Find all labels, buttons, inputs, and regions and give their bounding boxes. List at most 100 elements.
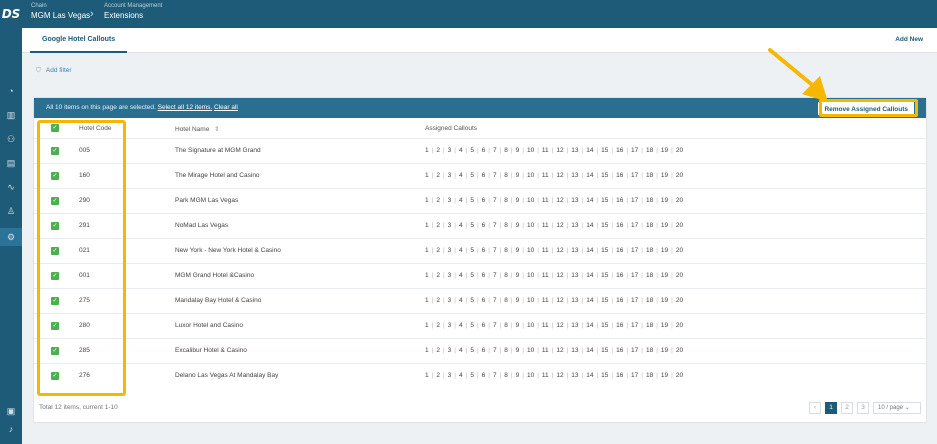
- callout-number[interactable]: 11: [542, 372, 549, 379]
- callout-number[interactable]: 15: [601, 347, 608, 354]
- callout-number[interactable]: 4: [459, 222, 463, 229]
- callout-number[interactable]: 16: [616, 372, 623, 379]
- callout-number[interactable]: 11: [542, 322, 549, 329]
- callout-number[interactable]: 2: [436, 297, 440, 304]
- callout-number[interactable]: 5: [470, 222, 474, 229]
- callout-number[interactable]: 2: [436, 172, 440, 179]
- callout-number[interactable]: 9: [516, 322, 520, 329]
- callout-number[interactable]: 1: [425, 197, 429, 204]
- callout-number[interactable]: 6: [482, 322, 486, 329]
- callout-number[interactable]: 10: [527, 222, 534, 229]
- callout-number[interactable]: 4: [459, 197, 463, 204]
- callout-number[interactable]: 4: [459, 297, 463, 304]
- callout-number[interactable]: 2: [436, 347, 440, 354]
- callout-number[interactable]: 19: [661, 322, 668, 329]
- callout-number[interactable]: 11: [542, 272, 549, 279]
- callout-number[interactable]: 12: [556, 347, 563, 354]
- callout-number[interactable]: 10: [527, 322, 534, 329]
- callout-number[interactable]: 13: [571, 272, 578, 279]
- callout-number[interactable]: 16: [616, 247, 623, 254]
- callout-number[interactable]: 5: [470, 347, 474, 354]
- page-2-button[interactable]: 2: [841, 402, 853, 414]
- callout-number[interactable]: 8: [504, 322, 508, 329]
- callout-number[interactable]: 12: [556, 272, 563, 279]
- callout-number[interactable]: 19: [661, 197, 668, 204]
- callout-number[interactable]: 14: [586, 247, 593, 254]
- sort-icon[interactable]: ⇕: [214, 126, 219, 133]
- callout-number[interactable]: 16: [616, 222, 623, 229]
- callout-number[interactable]: 10: [527, 272, 534, 279]
- callout-number[interactable]: 9: [516, 372, 520, 379]
- callout-number[interactable]: 6: [482, 247, 486, 254]
- callout-number[interactable]: 18: [646, 147, 653, 154]
- callout-number[interactable]: 18: [646, 322, 653, 329]
- callout-number[interactable]: 16: [616, 297, 623, 304]
- page-1-button[interactable]: 1: [825, 402, 837, 414]
- callout-number[interactable]: 11: [542, 147, 549, 154]
- callout-number[interactable]: 6: [482, 222, 486, 229]
- callout-number[interactable]: 16: [616, 197, 623, 204]
- callout-number[interactable]: 3: [448, 322, 452, 329]
- callout-number[interactable]: 8: [504, 272, 508, 279]
- callout-number[interactable]: 15: [601, 297, 608, 304]
- callout-number[interactable]: 17: [631, 147, 638, 154]
- callout-number[interactable]: 1: [425, 297, 429, 304]
- callout-number[interactable]: 9: [516, 297, 520, 304]
- callout-number[interactable]: 20: [676, 147, 683, 154]
- callout-number[interactable]: 10: [527, 297, 534, 304]
- callout-number[interactable]: 12: [556, 372, 563, 379]
- callout-number[interactable]: 5: [470, 247, 474, 254]
- callout-number[interactable]: 18: [646, 372, 653, 379]
- callout-number[interactable]: 15: [601, 147, 608, 154]
- table-row[interactable]: ✓ 290 Park MGM Las Vegas 1 | 2 | 3 | 4 | 5 | 6 | 7 | 8 | 9 |…: [34, 188, 926, 213]
- callout-number[interactable]: 18: [646, 297, 653, 304]
- callout-number[interactable]: 6: [482, 347, 486, 354]
- callout-number[interactable]: 13: [571, 247, 578, 254]
- table-row[interactable]: ✓ 285 Excalibur Hotel & Casino 1 | 2 | 3 | 4 | 5 | 6 |…: [34, 338, 926, 363]
- table-row[interactable]: ✓ 275 Mandalay Bay Hotel & Casino 1 | 2 | 3 | 4 | 5…: [34, 288, 926, 313]
- callout-number[interactable]: 20: [676, 247, 683, 254]
- table-row[interactable]: ✓ 005 The Signature at MGM Grand 1 | 2 | 3 | 4 | 5 |…: [34, 138, 926, 163]
- callout-number[interactable]: 10: [527, 147, 534, 154]
- callout-number[interactable]: 1: [425, 172, 429, 179]
- callout-number[interactable]: 7: [493, 347, 497, 354]
- settings-icon[interactable]: ⚙: [0, 228, 22, 246]
- callout-number[interactable]: 3: [448, 247, 452, 254]
- callout-number[interactable]: 1: [425, 147, 429, 154]
- callout-number[interactable]: 5: [470, 372, 474, 379]
- callout-number[interactable]: 12: [556, 172, 563, 179]
- callout-number[interactable]: 8: [504, 247, 508, 254]
- callout-number[interactable]: 20: [676, 197, 683, 204]
- callout-number[interactable]: 7: [493, 272, 497, 279]
- callout-number[interactable]: 16: [616, 147, 623, 154]
- callout-number[interactable]: 12: [556, 322, 563, 329]
- callout-number[interactable]: 3: [448, 222, 452, 229]
- callout-number[interactable]: 17: [631, 347, 638, 354]
- tab-google-hotel-callouts[interactable]: Google Hotel Callouts: [30, 28, 128, 53]
- callout-number[interactable]: 15: [601, 372, 608, 379]
- callout-number[interactable]: 8: [504, 222, 508, 229]
- callout-number[interactable]: 3: [448, 197, 452, 204]
- callout-number[interactable]: 5: [470, 197, 474, 204]
- callout-number[interactable]: 17: [631, 247, 638, 254]
- dashboard-icon[interactable]: ◔: [4, 84, 18, 98]
- callout-number[interactable]: 12: [556, 297, 563, 304]
- callout-number[interactable]: 5: [470, 297, 474, 304]
- callout-number[interactable]: 1: [425, 372, 429, 379]
- callout-number[interactable]: 11: [542, 347, 549, 354]
- callout-number[interactable]: 2: [436, 372, 440, 379]
- callout-number[interactable]: 14: [586, 172, 593, 179]
- callout-number[interactable]: 17: [631, 197, 638, 204]
- callout-number[interactable]: 17: [631, 372, 638, 379]
- callout-number[interactable]: 4: [459, 272, 463, 279]
- callout-number[interactable]: 6: [482, 172, 486, 179]
- callout-number[interactable]: 2: [436, 147, 440, 154]
- column-hotel-name[interactable]: Hotel Name ⇕: [175, 125, 220, 133]
- callout-number[interactable]: 17: [631, 222, 638, 229]
- table-row[interactable]: ✓ 001 MGM Grand Hotel &Casino 1 | 2 | 3 | 4 | 5 | 6 | 7…: [34, 263, 926, 288]
- callout-number[interactable]: 6: [482, 372, 486, 379]
- callout-number[interactable]: 15: [601, 172, 608, 179]
- callout-number[interactable]: 7: [493, 197, 497, 204]
- callout-number[interactable]: 6: [482, 297, 486, 304]
- callout-number[interactable]: 19: [661, 372, 668, 379]
